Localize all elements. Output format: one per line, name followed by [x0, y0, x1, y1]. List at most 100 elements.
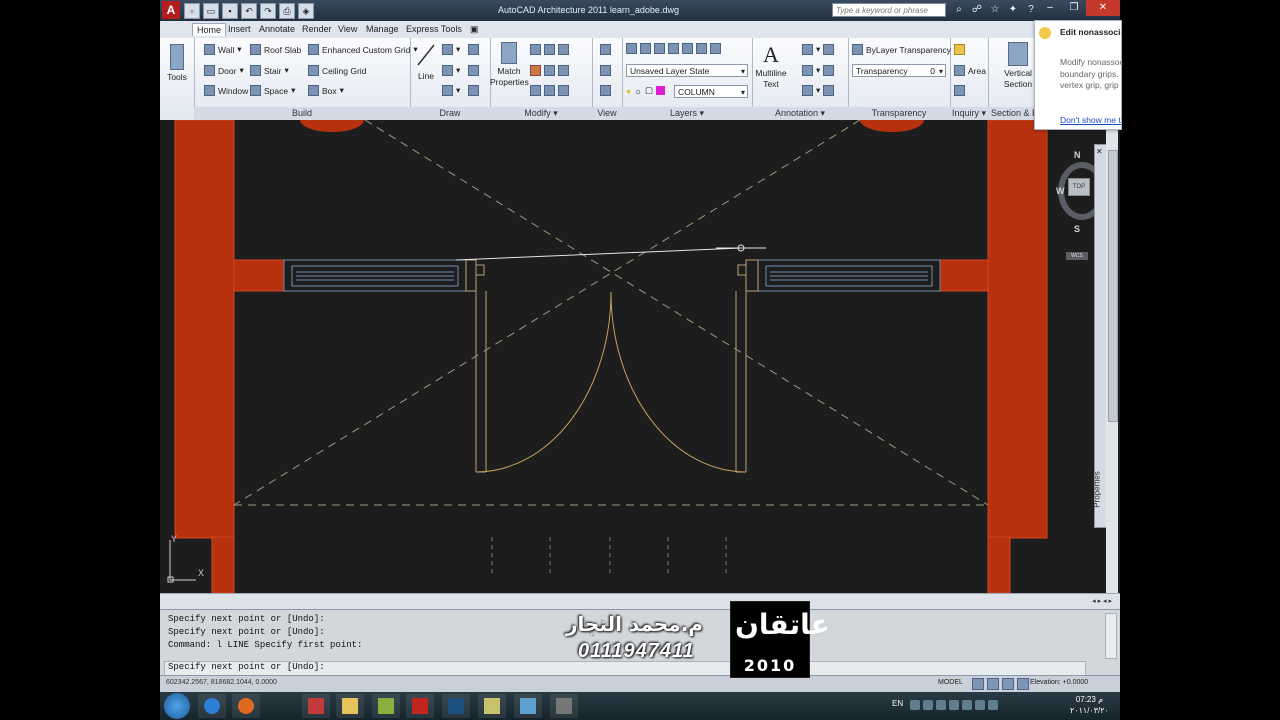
language-indicator[interactable]: EN — [892, 699, 903, 708]
workspace-icon[interactable]: ◈ — [298, 3, 314, 19]
tab-view[interactable]: View — [334, 23, 361, 35]
current-layer-dropdown[interactable]: COLUMN — [674, 85, 748, 99]
help-icon[interactable]: ? — [1024, 3, 1038, 17]
print-icon[interactable]: ⎙ — [279, 3, 295, 19]
transparency-field[interactable]: Transparency 0 — [852, 64, 946, 78]
dimension-icon[interactable]: ▾ — [802, 44, 835, 55]
save-icon[interactable]: ▪ — [222, 3, 238, 19]
binoculars-icon[interactable]: ⌕ — [952, 3, 966, 17]
tab-express-tools[interactable]: Express Tools — [402, 23, 466, 35]
lock-ui-icon[interactable] — [1017, 678, 1029, 690]
tooltip-dont-show-link[interactable]: Don't show me this — [1060, 115, 1121, 125]
start-button[interactable] — [164, 693, 190, 719]
transparency-bylayer-button[interactable]: ByLayer Transparency▾ — [852, 44, 958, 55]
view-icon-2[interactable] — [600, 65, 611, 76]
tray-icon[interactable] — [923, 700, 933, 710]
multiline-text-button[interactable]: A Multiline Text — [754, 42, 788, 90]
wall-button[interactable]: Wall ▾ — [204, 44, 242, 55]
subscription-icon[interactable]: ☍ — [970, 3, 984, 17]
maximize-button[interactable]: ❐ — [1062, 0, 1086, 16]
roof-slab-button[interactable]: Roof Slab — [250, 44, 301, 55]
taskbar-app[interactable] — [302, 694, 330, 718]
tray-icon[interactable] — [949, 700, 959, 710]
layer-state-dropdown[interactable]: Unsaved Layer State — [626, 64, 748, 78]
open-file-icon[interactable]: ▭ — [203, 3, 219, 19]
panel-title-inquiry[interactable]: Inquiry ▾ — [950, 107, 988, 120]
ribbon-minimize-icon[interactable]: ▣ — [466, 23, 483, 36]
undo-icon[interactable]: ↶ — [241, 3, 257, 19]
panel-title-view[interactable]: View — [592, 107, 622, 120]
communication-icon[interactable]: ☆ — [988, 3, 1002, 17]
quick-view-icon[interactable] — [972, 678, 984, 690]
tab-render[interactable]: Render — [298, 23, 336, 35]
stretch-icon[interactable] — [530, 85, 569, 96]
tools-button[interactable]: Tools — [164, 44, 190, 83]
viewcube-top-face[interactable]: TOP — [1068, 178, 1090, 196]
move-icon[interactable] — [530, 44, 569, 55]
taskbar-firefox[interactable] — [232, 694, 260, 718]
workspace-switch-icon[interactable] — [1002, 678, 1014, 690]
panel-title-annotation[interactable]: Annotation ▾ — [752, 107, 848, 120]
wcs-menu[interactable]: WCS — [1066, 252, 1088, 260]
table-icon[interactable]: ▾ — [802, 85, 835, 96]
tray-icon[interactable] — [975, 700, 985, 710]
taskbar-explorer[interactable] — [336, 694, 364, 718]
tab-home[interactable]: Home — [192, 23, 227, 36]
space-button[interactable]: Space ▾ — [250, 85, 295, 96]
taskbar-notes[interactable] — [478, 694, 506, 718]
box-button[interactable]: Box ▾ — [308, 85, 344, 96]
layout-nav-icons[interactable]: ◂ ▸ ◂ ▸ — [1092, 597, 1112, 605]
scrollbar-thumb[interactable] — [1108, 150, 1118, 422]
vertical-section-button[interactable]: Vertical Section — [998, 42, 1038, 90]
area-button[interactable]: Area — [954, 65, 986, 76]
ceiling-grid-button[interactable]: Ceiling Grid — [308, 65, 366, 76]
rectangle-icon[interactable]: ▾ — [442, 85, 460, 96]
taskbar-media[interactable] — [372, 694, 400, 718]
taskbar-ie[interactable] — [198, 694, 226, 718]
view-icon-1[interactable] — [600, 44, 611, 55]
tray-icon[interactable] — [962, 700, 972, 710]
window-button[interactable]: Window — [204, 85, 248, 96]
tab-manage[interactable]: Manage — [362, 23, 403, 35]
hatch-icon[interactable] — [468, 85, 479, 96]
compass-south[interactable]: S — [1074, 224, 1080, 234]
panel-title-draw[interactable]: Draw — [410, 107, 490, 120]
minimize-button[interactable]: – — [1038, 0, 1062, 16]
tray-icon[interactable] — [910, 700, 920, 710]
leader-icon[interactable]: ▾ — [802, 65, 835, 76]
annotation-scale-icon[interactable] — [987, 678, 999, 690]
elevation-readout[interactable]: Elevation: +0.0000 — [1030, 679, 1088, 686]
layer-tools-row[interactable] — [626, 43, 721, 54]
measure-icon[interactable] — [954, 44, 965, 55]
command-scrollbar[interactable] — [1105, 613, 1117, 659]
tray-icon[interactable] — [936, 700, 946, 710]
panel-title-build[interactable]: Build — [194, 107, 410, 120]
favorites-icon[interactable]: ✦ — [1006, 3, 1020, 17]
panel-title-modify[interactable]: Modify ▾ — [490, 107, 592, 120]
taskbar-photoshop[interactable] — [442, 694, 470, 718]
taskbar-clock[interactable]: 07:23 م ٢٠١١/٠٣/٢٠ — [1070, 694, 1109, 716]
drawing-canvas[interactable]: Y X TOP N S W WCS ✕ Properties — [160, 120, 1120, 593]
coordinates-readout[interactable]: 602342.2567, 818682.1044, 0.0000 — [166, 679, 277, 686]
enhanced-custom-grid-button[interactable]: Enhanced Custom Grid ▾ — [308, 44, 418, 55]
line-button[interactable]: Line — [414, 42, 438, 82]
door-button[interactable]: Door ▾ — [204, 65, 244, 76]
model-toggle[interactable]: MODEL — [938, 679, 963, 686]
redo-icon[interactable]: ↷ — [260, 3, 276, 19]
close-button[interactable]: ✕ — [1086, 0, 1120, 16]
circle-icon[interactable]: ▾ — [442, 65, 460, 76]
view-icon-3[interactable] — [600, 85, 611, 96]
taskbar-windows[interactable] — [514, 694, 542, 718]
compass-west[interactable]: W — [1056, 186, 1065, 196]
panel-title-layers[interactable]: Layers ▾ — [622, 107, 752, 120]
stair-button[interactable]: Stair ▾ — [250, 65, 289, 76]
new-file-icon[interactable]: ▫ — [184, 3, 200, 19]
arc-icon[interactable] — [468, 44, 479, 55]
volume-icon[interactable] — [988, 700, 998, 710]
panel-title-transparency[interactable]: Transparency — [848, 107, 950, 120]
list-icon[interactable] — [954, 85, 965, 96]
tab-annotate[interactable]: Annotate — [255, 23, 299, 35]
palette-close-icon[interactable]: ✕ — [1096, 147, 1103, 156]
taskbar-autocad[interactable] — [406, 694, 434, 718]
match-properties-button[interactable]: Match Properties — [490, 42, 529, 88]
